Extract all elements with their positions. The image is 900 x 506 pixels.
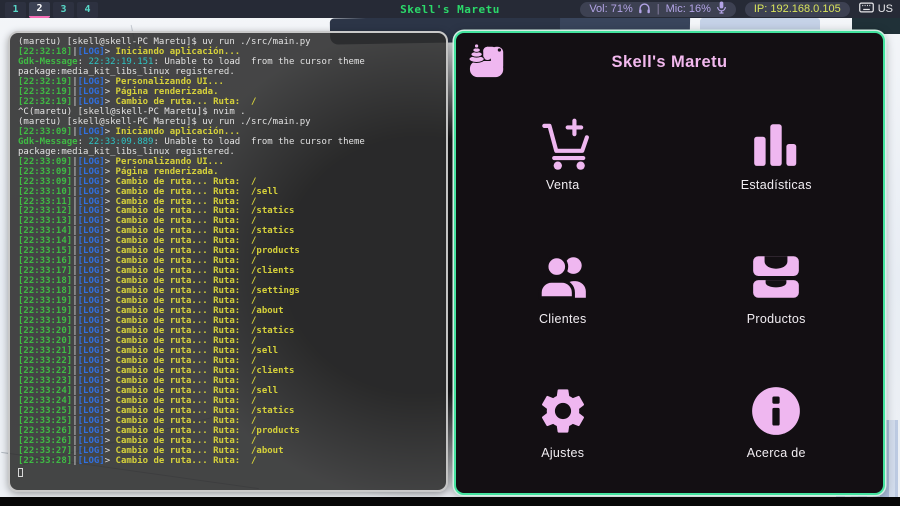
keyboard-icon [858,2,874,16]
microphone-icon [716,1,727,17]
volume-label: Vol: 71% [589,3,633,15]
cart-plus-icon [536,116,590,170]
app-menu-grid: Venta Estadísticas Clientes Productos Aj… [456,97,883,460]
module-separator: | [656,3,660,15]
terminal-cursor [18,467,23,477]
app-title: Skell's Maretu [611,53,728,71]
terminal-window[interactable]: (maretu) [skell@skell-PC Maretu]$ uv run… [8,31,448,492]
status-bar: 1 2 3 4 Skell's Maretu Vol: 71% | Mic: 1… [0,0,900,18]
inventory-icon [749,250,803,304]
workspace-2-active[interactable]: 2 [29,1,50,18]
app-window[interactable]: Skell's Maretu Venta Estadísticas Client… [454,31,885,495]
desktop: 1 2 3 4 Skell's Maretu Vol: 71% | Mic: 1… [0,0,900,506]
menu-item-venta[interactable]: Venta [488,116,638,192]
menu-label: Acerca de [746,446,806,460]
menu-item-ajustes[interactable]: Ajustes [488,384,638,460]
menu-label: Productos [746,312,806,326]
bar-chart-icon [749,116,803,170]
audio-module[interactable]: Vol: 71% | Mic: 16% [580,1,736,17]
keyboard-layout-module[interactable]: US [858,2,895,16]
menu-item-acerca-de[interactable]: Acerca de [701,384,851,460]
menu-label: Clientes [538,312,587,326]
menu-item-estadisticas[interactable]: Estadísticas [701,116,851,192]
gear-icon [536,384,590,438]
menu-label: Estadísticas [740,178,812,192]
terminal-line: [22:33:28]|[LOG]> Cambio de ruta... Ruta… [18,455,257,466]
people-icon [536,250,590,304]
app-header: Skell's Maretu [456,33,883,97]
ip-module: IP: 192.168.0.105 [744,1,850,17]
workspace-4[interactable]: 4 [77,1,98,18]
mic-label: Mic: 16% [665,3,711,15]
terminal-output: (maretu) [skell@skell-PC Maretu]$ uv run… [18,37,438,481]
bottom-black-bar [0,497,900,506]
info-icon [749,384,803,438]
menu-item-productos[interactable]: Productos [701,250,851,326]
menu-label: Ajustes [541,446,585,460]
menu-label: Venta [546,178,580,192]
layout-label: US [877,3,893,15]
headphones-icon [638,2,651,17]
workspace-1[interactable]: 1 [5,1,26,18]
menu-item-clientes[interactable]: Clientes [488,250,638,326]
ip-label: IP: 192.168.0.105 [753,3,841,15]
workspace-3[interactable]: 3 [53,1,74,18]
